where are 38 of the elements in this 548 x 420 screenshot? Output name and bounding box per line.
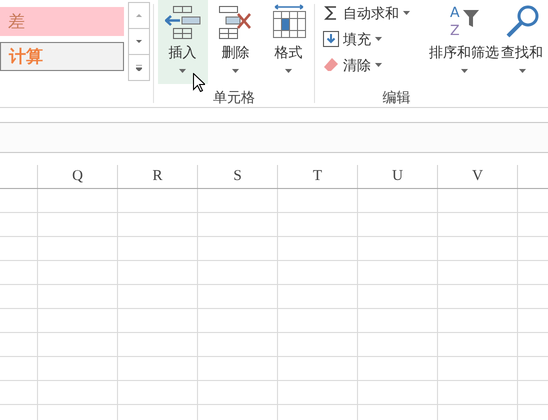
caret-icon bbox=[460, 69, 468, 73]
mouse-pointer-icon bbox=[193, 73, 205, 92]
search-icon bbox=[504, 4, 540, 40]
ribbon-button[interactable]: 查找和 bbox=[500, 0, 544, 84]
column-header[interactable]: V bbox=[438, 165, 518, 188]
caret-icon bbox=[285, 69, 292, 73]
fill-down-icon bbox=[323, 31, 339, 47]
sigma-icon bbox=[323, 5, 339, 21]
sort-letter: A bbox=[450, 5, 460, 21]
format-cells-icon bbox=[270, 4, 306, 40]
expand-icon bbox=[136, 64, 142, 70]
caret-icon bbox=[518, 69, 526, 73]
group-label: 编辑 bbox=[382, 88, 410, 107]
caret-icon bbox=[375, 37, 382, 41]
caret-icon bbox=[136, 40, 142, 43]
ribbon-small-button[interactable]: 填充 bbox=[323, 28, 428, 50]
column-header[interactable]: U bbox=[358, 165, 438, 188]
column-header[interactable]: R bbox=[118, 165, 198, 188]
column-header[interactable]: T bbox=[278, 165, 358, 188]
ribbon-small-button[interactable]: 自动求和 bbox=[323, 2, 428, 24]
caret-icon bbox=[375, 63, 382, 67]
group-label: 单元格 bbox=[213, 88, 255, 107]
column-header[interactable]: Q bbox=[38, 165, 118, 188]
caret-icon bbox=[179, 69, 186, 73]
ribbon-button[interactable]: 格式 bbox=[264, 0, 314, 84]
sort-letter: Z bbox=[450, 23, 460, 39]
insert-cells-icon bbox=[164, 4, 200, 40]
caret-icon bbox=[232, 69, 239, 73]
caret-icon bbox=[403, 11, 410, 15]
ribbon-small-button[interactable]: 清除 bbox=[323, 54, 428, 76]
delete-cells-icon bbox=[218, 4, 254, 40]
ribbon-button[interactable]: 删除 bbox=[210, 0, 260, 84]
caret-icon bbox=[136, 14, 142, 17]
eraser-icon bbox=[323, 57, 339, 73]
ribbon-button[interactable]: 插入 bbox=[158, 0, 208, 84]
formula-bar[interactable] bbox=[0, 122, 548, 153]
ribbon-button[interactable]: A Z 排序和筛选 bbox=[428, 0, 500, 84]
column-header[interactable]: S bbox=[198, 165, 278, 188]
